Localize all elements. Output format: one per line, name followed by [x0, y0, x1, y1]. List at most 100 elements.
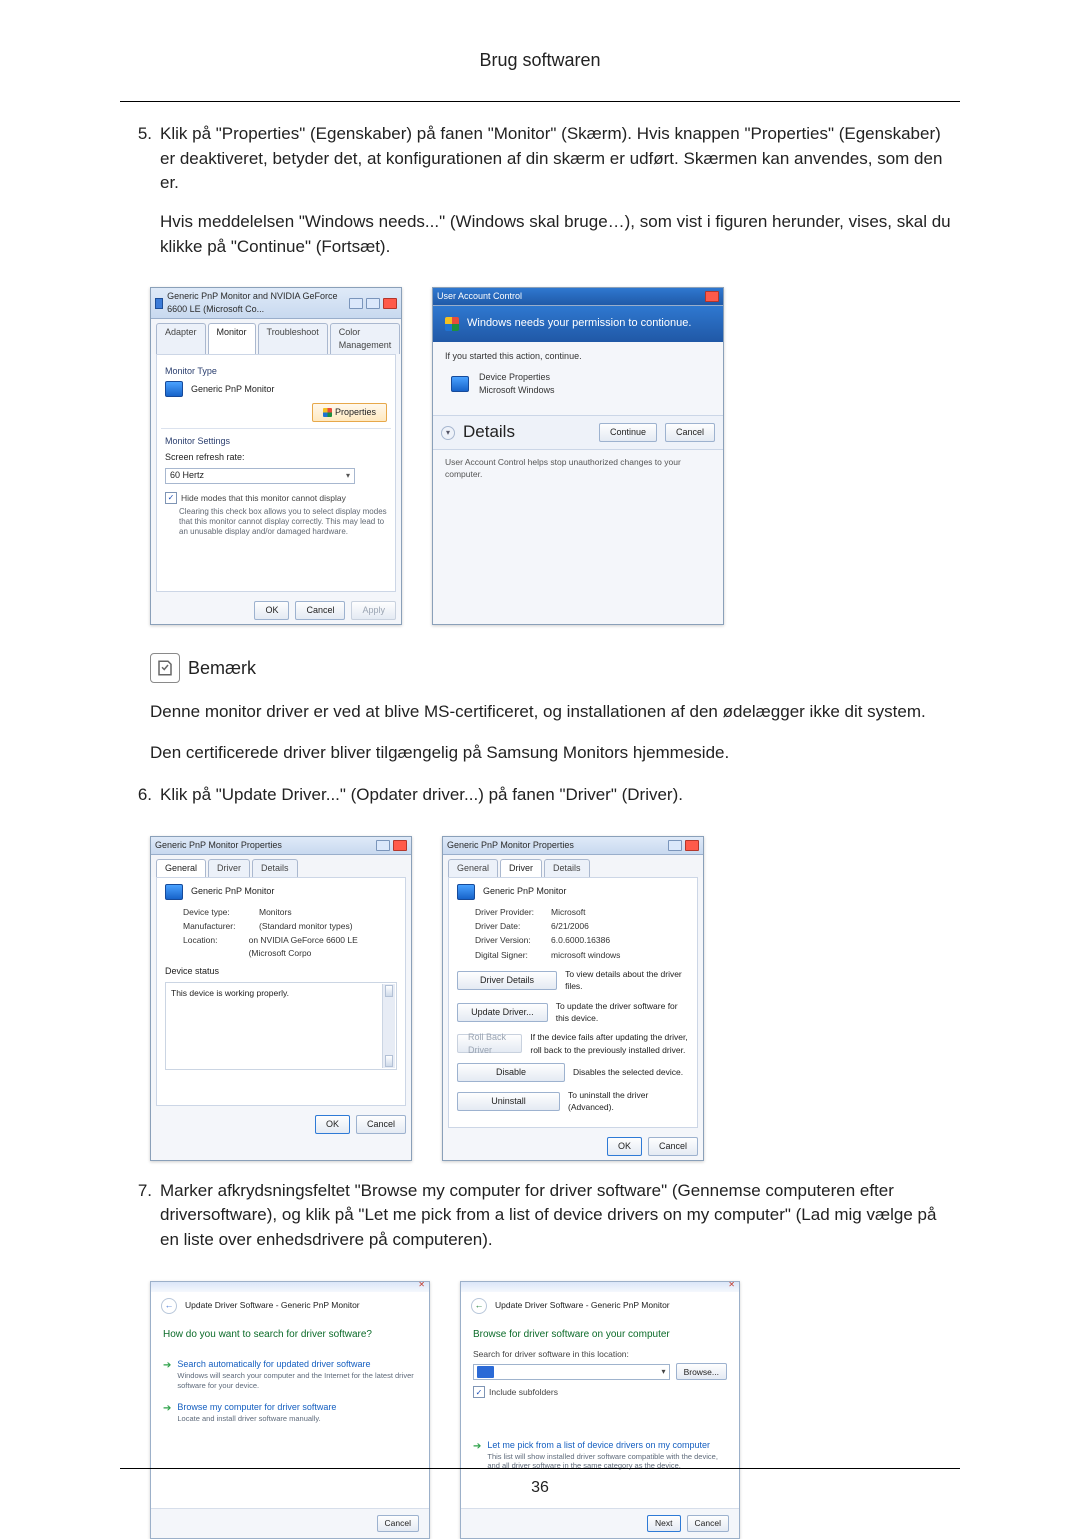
apply-button[interactable]: Apply	[351, 601, 396, 620]
tab-details[interactable]: Details	[252, 859, 298, 877]
uac-details-label[interactable]: Details	[463, 420, 591, 445]
rollback-driver-desc: If the device fails after updating the d…	[530, 1031, 689, 1056]
tab-details[interactable]: Details	[544, 859, 590, 877]
shield-icon	[445, 317, 459, 331]
wizard-heading: How do you want to search for driver sof…	[151, 1320, 429, 1347]
tab-strip: Adapter Monitor Troubleshoot Color Manag…	[151, 319, 401, 354]
ok-button[interactable]: OK	[607, 1137, 642, 1156]
close-button[interactable]	[685, 840, 699, 851]
monitor-properties-dialog: Generic PnP Monitor and NVIDIA GeForce 6…	[150, 287, 402, 625]
help-button[interactable]	[668, 840, 682, 851]
kv-key: Manufacturer:	[183, 920, 253, 932]
refresh-rate-select[interactable]: 60 Hertz ▾	[165, 468, 355, 484]
device-status-box: This device is working properly.	[165, 982, 397, 1070]
option-search-auto[interactable]: ➔ Search automatically for updated drive…	[163, 1358, 417, 1391]
step6-text: Klik på "Update Driver..." (Opdater driv…	[160, 783, 960, 808]
next-button[interactable]: Next	[647, 1515, 680, 1532]
wizard-breadcrumb: Update Driver Software - Generic PnP Mon…	[495, 1299, 670, 1311]
tab-monitor[interactable]: Monitor	[208, 323, 256, 354]
back-button[interactable]: ←	[471, 1298, 487, 1314]
close-icon[interactable]: ✕	[418, 1279, 425, 1291]
disable-button[interactable]: Disable	[457, 1063, 565, 1082]
minimize-button[interactable]	[349, 298, 363, 309]
properties-button[interactable]: Properties	[312, 403, 387, 422]
option-browse-computer[interactable]: ➔ Browse my computer for driver software…	[163, 1401, 417, 1424]
hide-modes-checkbox[interactable]: ✓	[165, 492, 177, 504]
dialog-title: Generic PnP Monitor Properties	[155, 839, 282, 852]
tab-general[interactable]: General	[448, 859, 498, 877]
uac-title: User Account Control	[437, 290, 522, 303]
note-paragraph2: Den certificerede driver bliver tilgænge…	[150, 741, 960, 766]
cancel-button[interactable]: Cancel	[356, 1115, 406, 1134]
chevron-down-icon: ▾	[662, 1366, 666, 1378]
cancel-button[interactable]: Cancel	[665, 423, 715, 442]
browse-button[interactable]: Browse...	[676, 1363, 727, 1380]
kv-value: 6.0.6000.16386	[551, 934, 610, 946]
cancel-button[interactable]: Cancel	[377, 1515, 419, 1532]
uac-banner-text: Windows needs your permission to contion…	[467, 316, 691, 332]
hide-modes-label: Hide modes that this monitor cannot disp…	[181, 492, 346, 504]
arrow-icon: ➔	[163, 1359, 171, 1391]
ok-button[interactable]: OK	[315, 1115, 350, 1134]
close-button[interactable]	[705, 291, 719, 302]
scrollbar[interactable]	[382, 984, 395, 1068]
device-name: Generic PnP Monitor	[483, 885, 566, 898]
driver-details-desc: To view details about the driver files.	[565, 968, 689, 993]
kv-value: Monitors	[259, 906, 292, 918]
driver-details-button[interactable]: Driver Details	[457, 971, 557, 990]
note-label: Bemærk	[188, 655, 256, 681]
option-sub: Locate and install driver software manua…	[177, 1414, 336, 1424]
arrow-icon: ➔	[163, 1402, 171, 1424]
tab-color-management[interactable]: Color Management	[330, 323, 401, 354]
cancel-button[interactable]: Cancel	[295, 601, 345, 620]
tab-adapter[interactable]: Adapter	[156, 323, 206, 354]
close-icon[interactable]: ✕	[728, 1279, 735, 1291]
option-pick-list[interactable]: ➔ Let me pick from a list of device driv…	[473, 1439, 727, 1472]
option-title: Let me pick from a list of device driver…	[487, 1440, 710, 1450]
uac-app-name: Device Properties	[479, 371, 555, 384]
wizard-breadcrumb: Update Driver Software - Generic PnP Mon…	[185, 1299, 360, 1311]
tab-driver[interactable]: Driver	[500, 859, 542, 877]
note-paragraph1: Denne monitor driver er ved at blive MS-…	[150, 700, 960, 725]
page-number: 36	[0, 1479, 1080, 1497]
footer-divider	[120, 1468, 960, 1469]
update-driver-desc: To update the driver software for this d…	[556, 1000, 689, 1025]
help-button[interactable]	[376, 840, 390, 851]
kv-key: Location:	[183, 934, 243, 959]
path-combobox[interactable]: ▾	[473, 1364, 670, 1380]
kv-value: Microsoft	[551, 906, 585, 918]
include-subfolders-checkbox[interactable]: ✓	[473, 1386, 485, 1398]
tab-troubleshoot[interactable]: Troubleshoot	[258, 323, 328, 354]
step-number: 7.	[120, 1179, 160, 1267]
maximize-button[interactable]	[366, 298, 380, 309]
close-button[interactable]	[383, 298, 397, 309]
note-icon	[150, 653, 180, 683]
close-button[interactable]	[393, 840, 407, 851]
update-driver-button[interactable]: Update Driver...	[457, 1003, 548, 1022]
rollback-driver-button[interactable]: Roll Back Driver	[457, 1034, 522, 1053]
device-properties-driver-dialog: Generic PnP Monitor Properties General D…	[442, 836, 704, 1161]
monitor-type-icon	[165, 381, 183, 397]
include-subfolders-label: Include subfolders	[489, 1386, 558, 1398]
uac-publisher: Microsoft Windows	[479, 384, 555, 397]
step-number: 5.	[120, 122, 160, 273]
back-button[interactable]: ←	[161, 1298, 177, 1314]
tab-driver[interactable]: Driver	[208, 859, 250, 877]
dialog-title: Generic PnP Monitor Properties	[447, 839, 574, 852]
properties-button-label: Properties	[335, 406, 376, 419]
step7-text: Marker afkrydsningsfeltet "Browse my com…	[160, 1179, 960, 1253]
chevron-down-icon[interactable]: ▾	[441, 426, 455, 440]
uninstall-button[interactable]: Uninstall	[457, 1092, 560, 1111]
tab-general[interactable]: General	[156, 859, 206, 877]
cancel-button[interactable]: Cancel	[687, 1515, 729, 1532]
app-icon	[451, 376, 469, 392]
kv-value: (Standard monitor types)	[259, 920, 353, 932]
continue-button[interactable]: Continue	[599, 423, 657, 442]
shield-icon	[323, 408, 332, 417]
kv-value: on NVIDIA GeForce 6600 LE (Microsoft Cor…	[249, 934, 397, 959]
cancel-button[interactable]: Cancel	[648, 1137, 698, 1156]
uninstall-desc: To uninstall the driver (Advanced).	[568, 1089, 689, 1114]
monitor-icon	[155, 298, 163, 309]
ok-button[interactable]: OK	[254, 601, 289, 620]
chevron-down-icon: ▾	[346, 470, 350, 482]
